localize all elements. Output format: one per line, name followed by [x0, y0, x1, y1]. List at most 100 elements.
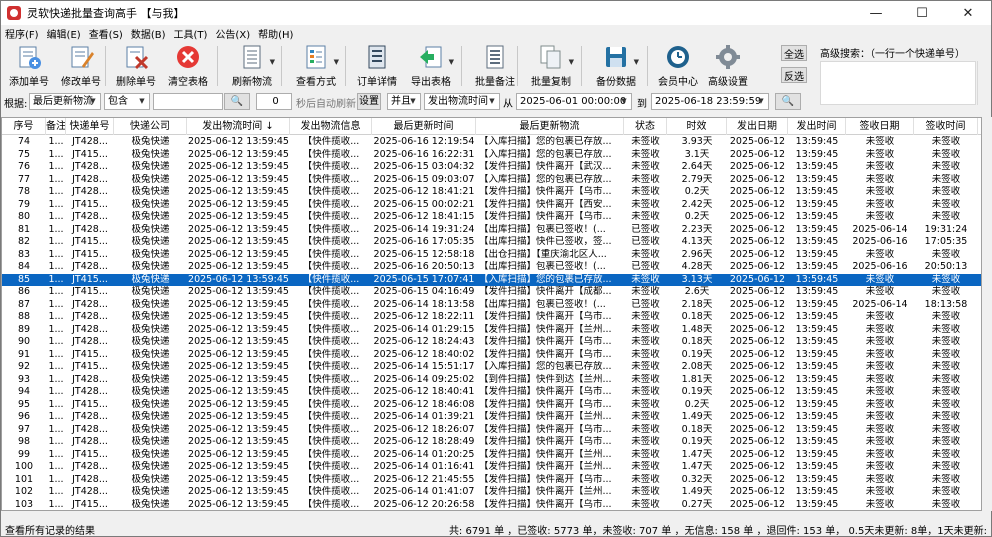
calendar-dropdown-icon: ▼: [758, 97, 764, 105]
table-row[interactable]: 80 1... JT428... 极兔快递 2025-06-12 13:59:45 【快件…: [2, 211, 981, 224]
table-cell: 1...: [48, 311, 64, 322]
results-table: 序号 备注 快递单号 快递公司 发出物流时间 ↓ 发出物流信息 最后更新时间 最后更新物流 状态…: [1, 117, 982, 511]
table-row[interactable]: 95 1... JT415... 极兔快递 2025-06-12 13:59:45 【快件…: [2, 399, 981, 412]
dropdown-arrow-icon[interactable]: ▼: [634, 58, 639, 66]
column-header-3[interactable]: 快递公司: [114, 118, 187, 135]
menu-item-4[interactable]: 工具(T): [170, 26, 212, 41]
table-scrollbar[interactable]: [983, 117, 992, 511]
column-header-1[interactable]: 备注: [46, 118, 66, 135]
minimize-button[interactable]: —: [853, 1, 899, 25]
column-header-10[interactable]: 发出日期: [727, 118, 788, 135]
table-row[interactable]: 93 1... JT428... 极兔快递 2025-06-12 13:59:45 【快件…: [2, 373, 981, 387]
add-number-button[interactable]: 添加单号: [9, 44, 49, 88]
view-mode-button[interactable]: ▼ 查看方式: [291, 44, 341, 88]
column-header-2[interactable]: 快递单号: [66, 118, 114, 135]
table-row[interactable]: 92 1... JT415... 极兔快递 2025-06-12 13:59:45 【快件…: [2, 361, 981, 374]
advanced-search-input[interactable]: [820, 61, 976, 105]
table-row[interactable]: 101 1... JT428... 极兔快递 2025-06-12 13:59:45 【快…: [2, 474, 981, 487]
date-search-button[interactable]: 🔍: [775, 93, 801, 110]
edit-number-icon: [68, 44, 94, 70]
table-row[interactable]: 74 1... JT428... 极兔快递 2025-06-12 13:59:45 【快件…: [2, 136, 981, 149]
table-row[interactable]: 83 1... JT415... 极兔快递 2025-06-12 13:59:45 【快件…: [2, 249, 981, 262]
refresh-interval-input[interactable]: 0: [256, 93, 292, 110]
table-row[interactable]: 84 1... JT428... 极兔快递 2025-06-12 13:59:45 【快件…: [2, 261, 981, 274]
filter-keyword-input[interactable]: [153, 93, 223, 110]
table-row[interactable]: 76 1... JT428... 极兔快递 2025-06-12 13:59:45 【快件…: [2, 161, 981, 174]
column-header-7[interactable]: 最后更新物流: [476, 118, 624, 135]
clear-table-button[interactable]: 清空表格: [166, 44, 210, 88]
settings-gear-button[interactable]: 高级设置: [706, 44, 750, 88]
column-header-13[interactable]: 签收时间: [914, 118, 978, 135]
column-header-6[interactable]: 最后更新时间: [372, 118, 476, 135]
table-row[interactable]: 90 1... JT428... 极兔快递 2025-06-12 13:59:45 【快件…: [2, 336, 981, 349]
table-row[interactable]: 82 1... JT415... 极兔快递 2025-06-12 13:59:45 【快件…: [2, 236, 981, 249]
column-header-9[interactable]: 时效: [667, 118, 727, 135]
logic-select[interactable]: 并且 ▼: [387, 93, 421, 110]
table-row[interactable]: 94 1... JT428... 极兔快递 2025-06-12 13:59:45 【快件…: [2, 386, 981, 399]
time-field-select[interactable]: 发出物流时间 ▼: [424, 93, 500, 110]
filter-field-select[interactable]: 最后更新物流 ▼: [29, 93, 101, 110]
batch-copy-button[interactable]: ▼ 批量复制: [526, 44, 576, 88]
delete-number-button[interactable]: 删除单号: [114, 44, 158, 88]
table-row[interactable]: 85 1... JT415... 极兔快递 2025-06-12 13:59:45 【快件…: [2, 273, 981, 286]
table-row[interactable]: 77 1... JT428... 极兔快递 2025-06-12 13:59:45 【快件…: [2, 174, 981, 187]
table-row[interactable]: 102 1... JT428... 极兔快递 2025-06-12 13:59:45 【快…: [2, 486, 981, 499]
table-cell: 2025-06-12 13:59:45: [188, 211, 289, 222]
refresh-logistics-button[interactable]: ▼ 刷新物流: [227, 44, 277, 88]
table-row[interactable]: 81 1... JT428... 极兔快递 2025-06-12 13:59:45 【快件…: [2, 224, 981, 237]
backup-data-button[interactable]: ▼ 备份数据: [591, 44, 641, 88]
from-datetime-picker[interactable]: 2025-06-01 00:00:00 ▼: [516, 93, 632, 110]
table-cell: 2025-06-12 13:59:45: [188, 161, 289, 172]
table-row[interactable]: 96 1... JT428... 极兔快递 2025-06-12 13:59:45 【快件…: [2, 411, 981, 424]
to-datetime-picker[interactable]: 2025-06-18 23:59:59 ▼: [651, 93, 769, 110]
column-header-5[interactable]: 发出物流信息: [290, 118, 372, 135]
select-all-button[interactable]: 全选: [781, 45, 807, 61]
auto-refresh-settings-button[interactable]: 设置: [357, 93, 381, 110]
advanced-search-scrollbar[interactable]: [977, 61, 989, 105]
table-row[interactable]: 97 1... JT428... 极兔快递 2025-06-12 13:59:45 【快件…: [2, 424, 981, 437]
member-center-button[interactable]: 会员中心: [656, 44, 700, 88]
table-cell: 【发件扫描】快件离开【兰州...: [479, 411, 612, 422]
table-row[interactable]: 79 1... JT415... 极兔快递 2025-06-12 13:59:45 【快件…: [2, 199, 981, 212]
table-row[interactable]: 103 1... JT415... 极兔快递 2025-06-12 13:59:45 【快…: [2, 499, 981, 511]
table-cell: 极兔快递: [131, 336, 170, 347]
delete-number-icon: [123, 44, 149, 70]
table-row[interactable]: 99 1... JT415... 极兔快递 2025-06-12 13:59:45 【快件…: [2, 449, 981, 462]
search-button[interactable]: 🔍: [224, 93, 250, 110]
column-header-0[interactable]: 序号: [2, 118, 46, 135]
table-row[interactable]: 89 1... JT428... 极兔快递 2025-06-12 13:59:45 【快件…: [2, 324, 981, 337]
dropdown-arrow-icon[interactable]: ▼: [569, 58, 574, 66]
column-header-8[interactable]: 状态: [624, 118, 667, 135]
table-row[interactable]: 87 1... JT428... 极兔快递 2025-06-12 13:59:45 【快件…: [2, 299, 981, 312]
edit-number-button[interactable]: 修改单号: [59, 44, 103, 88]
table-cell: 2025-06-12 13:59:45: [188, 348, 289, 360]
table-row[interactable]: 78 1... JT428... 极兔快递 2025-06-12 13:59:45 【快件…: [2, 186, 981, 199]
menu-item-0[interactable]: 程序(F): [1, 26, 43, 41]
table-row[interactable]: 88 1... JT428... 极兔快递 2025-06-12 13:59:45 【快件…: [2, 311, 981, 324]
export-table-button[interactable]: ▼ 导出表格: [406, 44, 456, 88]
invert-select-button[interactable]: 反选: [781, 67, 807, 83]
menu-item-1[interactable]: 编辑(E): [43, 26, 85, 41]
menu-item-3[interactable]: 数据(B): [127, 26, 170, 41]
menu-item-2[interactable]: 查看(S): [85, 26, 127, 41]
filter-op-select[interactable]: 包含 ▼: [104, 93, 150, 110]
table-row[interactable]: 98 1... JT428... 极兔快递 2025-06-12 13:59:45 【快件…: [2, 436, 981, 449]
maximize-button[interactable]: ☐: [899, 1, 945, 25]
dropdown-arrow-icon[interactable]: ▼: [334, 58, 339, 66]
menu-item-6[interactable]: 帮助(H): [254, 26, 297, 41]
table-row[interactable]: 75 1... JT415... 极兔快递 2025-06-12 13:59:45 【快件…: [2, 149, 981, 162]
column-header-11[interactable]: 发出时间: [788, 118, 846, 135]
column-header-12[interactable]: 签收日期: [846, 118, 914, 135]
close-button[interactable]: ✕: [945, 1, 991, 25]
batch-note-button[interactable]: 批量备注: [473, 44, 517, 88]
order-detail-button[interactable]: 订单详情: [356, 44, 398, 88]
dropdown-arrow-icon[interactable]: ▼: [270, 58, 275, 66]
table-cell: 1...: [48, 373, 64, 385]
menu-item-5[interactable]: 公告(X): [211, 26, 254, 41]
table-cell: 2025-06-12 13:59:45: [188, 136, 289, 147]
column-header-4[interactable]: 发出物流时间 ↓: [187, 118, 290, 135]
dropdown-arrow-icon[interactable]: ▼: [449, 58, 454, 66]
table-row[interactable]: 86 1... JT415... 极兔快递 2025-06-12 13:59:45 【快件…: [2, 286, 981, 299]
table-row[interactable]: 91 1... JT415... 极兔快递 2025-06-12 13:59:45 【快件…: [2, 348, 981, 362]
table-row[interactable]: 100 1... JT428... 极兔快递 2025-06-12 13:59:45 【快…: [2, 461, 981, 474]
